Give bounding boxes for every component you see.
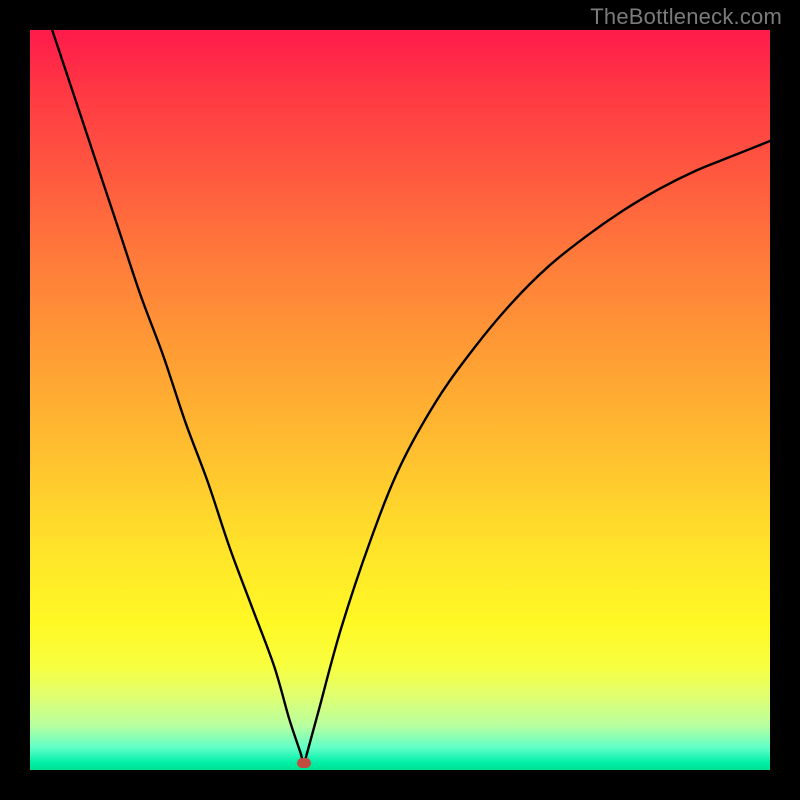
plot-area [30, 30, 770, 770]
optimal-point-marker [297, 758, 311, 768]
bottleneck-curve [30, 30, 770, 770]
watermark-text: TheBottleneck.com [590, 4, 782, 30]
chart-frame: TheBottleneck.com [0, 0, 800, 800]
